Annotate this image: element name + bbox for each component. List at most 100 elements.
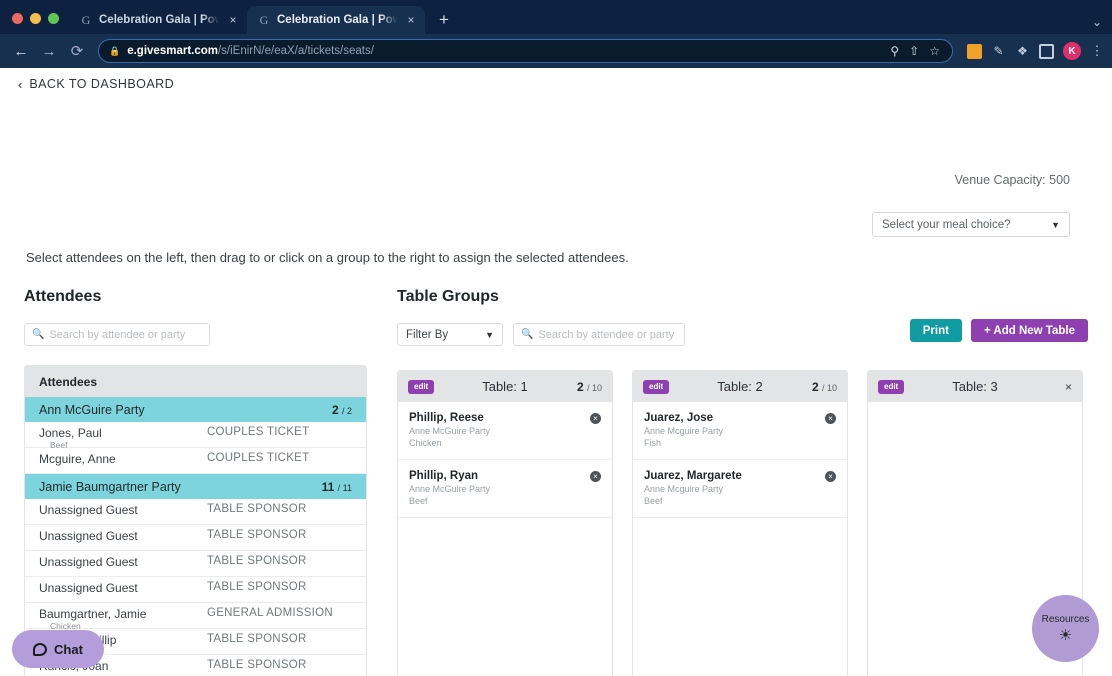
- seated-attendee-meal: Fish: [644, 438, 662, 448]
- attendee-name: Mcguire, Anne: [39, 452, 116, 466]
- back-button[interactable]: ←: [8, 38, 34, 64]
- close-window-button[interactable]: [12, 13, 23, 24]
- seated-attendee-row[interactable]: Phillip, Ryan Anne McGuire Party Beef ×: [398, 460, 612, 518]
- tab-close-icon[interactable]: ×: [403, 12, 419, 28]
- puzzle-extension-icon[interactable]: ❖: [1015, 44, 1030, 59]
- attendee-row[interactable]: Unassigned Guest TABLE SPONSOR: [25, 551, 366, 577]
- remove-attendee-icon[interactable]: ×: [825, 413, 836, 424]
- attendee-name-block: Unassigned Guest: [39, 581, 207, 595]
- forward-button[interactable]: →: [36, 38, 62, 64]
- attendee-name-block: Baumgartner, Jamie Chicken: [39, 607, 207, 632]
- print-button[interactable]: Print: [909, 319, 962, 342]
- main-columns: Attendees 🔍 Search by attendee or party …: [0, 288, 1112, 676]
- browser-tab-1[interactable]: G Celebration Gala | Powered By ×: [69, 6, 247, 34]
- browser-menu-icon[interactable]: ⋮: [1090, 43, 1104, 59]
- table-groups-panel: Table Groups Filter By ▼ 🔍 Search by att…: [397, 288, 1088, 676]
- seated-attendee-party: Anne McGuire Party: [409, 484, 491, 494]
- attendees-column-header: Attendees: [25, 366, 366, 397]
- remove-attendee-icon[interactable]: ×: [590, 413, 601, 424]
- attendee-ticket-type: TABLE SPONSOR: [207, 529, 307, 541]
- attendee-ticket-type: TABLE SPONSOR: [207, 659, 307, 671]
- attendee-name-block: Jones, Paul Beef: [39, 426, 207, 451]
- lock-icon: 🔒: [109, 45, 121, 56]
- chat-label: Chat: [54, 641, 83, 657]
- chevron-down-icon: ▼: [1051, 219, 1060, 230]
- attendee-name-block: Unassigned Guest: [39, 503, 207, 517]
- extension-icon-2[interactable]: ✎: [991, 44, 1006, 59]
- attendee-party-row[interactable]: Jamie Baumgartner Party 11 / 11: [25, 474, 366, 499]
- tab-favicon-icon: G: [81, 12, 91, 27]
- minimize-window-button[interactable]: [30, 13, 41, 24]
- seated-attendee-info: Juarez, Jose Anne Mcguire Party Fish: [644, 411, 825, 449]
- attendee-ticket-type: TABLE SPONSOR: [207, 581, 307, 593]
- profile-avatar[interactable]: K: [1063, 42, 1081, 60]
- lightbulb-icon: ☀: [1058, 627, 1073, 644]
- reload-button[interactable]: ⟳: [64, 38, 90, 64]
- delete-table-icon[interactable]: ×: [1065, 380, 1072, 394]
- attendee-row[interactable]: Unassigned Guest TABLE SPONSOR: [25, 499, 366, 525]
- extension-icon-1[interactable]: [967, 43, 982, 59]
- attendee-name: Unassigned Guest: [39, 581, 138, 595]
- seated-attendee-party: Anne Mcguire Party: [644, 484, 724, 494]
- attendees-panel: Attendees 🔍 Search by attendee or party …: [24, 288, 367, 676]
- back-to-dashboard-link[interactable]: ‹ BACK TO DASHBOARD: [0, 68, 1112, 100]
- seated-attendee-info: Juarez, Margarete Anne Mcguire Party Beef: [644, 469, 825, 507]
- table-card-header: edit Table: 3 ×: [868, 371, 1082, 402]
- filter-by-select[interactable]: Filter By ▼: [397, 323, 503, 346]
- attendee-row[interactable]: Baumgartner, Jamie Chicken GENERAL ADMISSI…: [25, 603, 366, 632]
- filter-by-label: Filter By: [406, 328, 449, 341]
- share-icon[interactable]: ⇧: [909, 44, 919, 58]
- resources-widget-button[interactable]: Resources ☀: [1032, 595, 1099, 662]
- new-tab-button[interactable]: +: [431, 7, 457, 33]
- browser-tab-2[interactable]: G Celebration Gala | Powered By ×: [247, 6, 425, 34]
- chevron-down-icon[interactable]: ⌄: [1092, 15, 1102, 29]
- side-panel-icon[interactable]: [1039, 43, 1054, 59]
- address-bar[interactable]: 🔒 e.givesmart.com/s/iEnirN/e/eaX/a/ticke…: [98, 39, 953, 63]
- attendee-search-input[interactable]: 🔍 Search by attendee or party: [24, 323, 210, 346]
- attendee-ticket-type: TABLE SPONSOR: [207, 633, 307, 645]
- bookmark-star-icon[interactable]: ☆: [929, 44, 940, 58]
- table-card-count: 2 / 10: [811, 379, 837, 394]
- remove-attendee-icon[interactable]: ×: [590, 471, 601, 482]
- seated-attendee-row[interactable]: Juarez, Margarete Anne Mcguire Party Beef ×: [633, 460, 847, 518]
- attendee-ticket-type: GENERAL ADMISSION: [207, 607, 333, 619]
- attendee-ticket-type: TABLE SPONSOR: [207, 503, 307, 515]
- party-count: 2 / 2: [331, 402, 352, 417]
- attendee-row[interactable]: Unassigned Guest TABLE SPONSOR: [25, 577, 366, 603]
- seated-attendee-party: Anne Mcguire Party: [644, 426, 724, 436]
- table-groups-title: Table Groups: [397, 288, 499, 305]
- party-count: 11 / 11: [321, 479, 352, 494]
- attendee-row[interactable]: Jones, Paul Beef COUPLES TICKET: [25, 422, 366, 451]
- attendee-name: Jones, Paul: [39, 426, 102, 440]
- password-key-icon[interactable]: ⚲: [890, 44, 899, 58]
- attendee-party-row[interactable]: Ann McGuire Party 2 / 2: [25, 397, 366, 422]
- attendee-name: Unassigned Guest: [39, 555, 138, 569]
- resources-label: Resources: [1041, 614, 1090, 625]
- venue-capacity-label: Venue Capacity: 500: [954, 173, 1070, 187]
- add-new-table-button[interactable]: + Add New Table: [970, 319, 1088, 342]
- page-content: ‹ BACK TO DASHBOARD Venue Capacity: 500 …: [0, 68, 1112, 676]
- chat-widget-button[interactable]: Chat: [12, 630, 104, 668]
- attendee-row[interactable]: Unassigned Guest TABLE SPONSOR: [25, 525, 366, 551]
- url-domain: e.givesmart.com: [127, 45, 218, 57]
- table-card[interactable]: edit Table: 12 / 10 Phillip, Reese Anne McG…: [397, 370, 613, 676]
- extension-icons: ✎ ❖ K ⋮: [961, 42, 1104, 60]
- group-search-input[interactable]: 🔍 Search by attendee or party: [513, 323, 685, 346]
- seated-attendee-name: Juarez, Margarete: [644, 470, 742, 482]
- seated-attendee-row[interactable]: Juarez, Jose Anne Mcguire Party Fish ×: [633, 402, 847, 460]
- remove-attendee-icon[interactable]: ×: [825, 471, 836, 482]
- attendee-ticket-type: COUPLES TICKET: [207, 452, 310, 464]
- seated-attendee-meal: Chicken: [409, 438, 442, 448]
- back-to-dashboard-label: BACK TO DASHBOARD: [29, 77, 175, 91]
- table-action-buttons: Print + Add New Table: [909, 319, 1088, 342]
- attendee-row[interactable]: Mcguire, Anne COUPLES TICKET: [25, 448, 366, 474]
- seated-attendee-row[interactable]: Phillip, Reese Anne McGuire Party Chicken ×: [398, 402, 612, 460]
- chevron-down-icon: ▼: [485, 329, 494, 340]
- attendee-meal: Beef: [50, 440, 68, 450]
- tab-close-icon[interactable]: ×: [225, 12, 241, 28]
- maximize-window-button[interactable]: [48, 13, 59, 24]
- attendee-name: Unassigned Guest: [39, 503, 138, 517]
- table-card[interactable]: edit Table: 22 / 10 Juarez, Jose Anne Mcgui…: [632, 370, 848, 676]
- meal-choice-select[interactable]: Select your meal choice? ▼: [872, 212, 1070, 237]
- address-bar-actions: ⚲ ⇧ ☆: [890, 44, 942, 58]
